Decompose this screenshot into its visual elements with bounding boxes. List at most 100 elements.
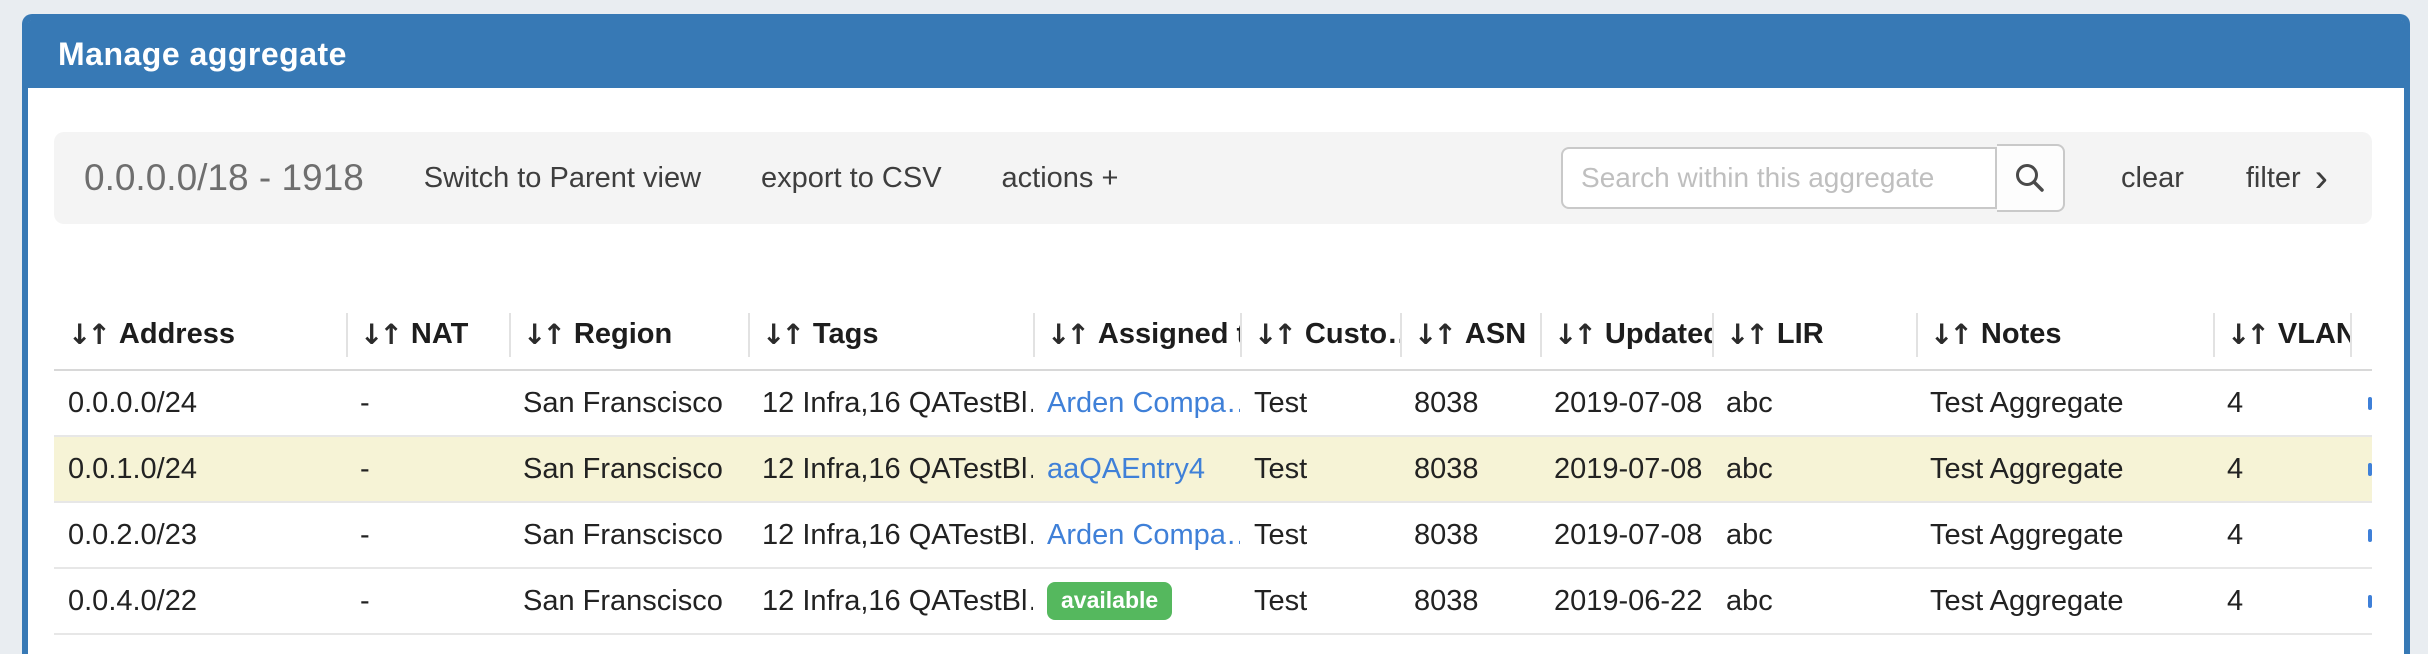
column-header-notes[interactable]: ↓↑Notes [1916,299,2213,369]
cell-assigned: Arden Compa… [1033,503,1240,567]
column-header-updated[interactable]: ↓↑ Updated [1540,299,1712,369]
cell-lir: abc [1712,371,1916,435]
aggregate-label: 0.0.0.0/18 - 1918 [84,157,364,199]
column-header-address[interactable]: ↓↑ Address [54,299,346,369]
panel-body: 0.0.0.0/18 - 1918 Switch to Parent view … [28,88,2404,654]
sort-icon: ↓↑ [68,318,107,351]
search-button[interactable] [1997,144,2065,212]
cell-region: San Franscisco [509,371,748,435]
search-input[interactable] [1561,147,1997,209]
column-header-custo[interactable]: ↓↑ Custo… [1240,299,1400,369]
cell-vlan: 4 [2213,503,2350,567]
sort-icon: ↓↑ [1047,318,1086,351]
column-label: Address [119,318,235,351]
panel-header: Manage aggregate [28,20,2404,88]
column-header-region[interactable]: ↓↑ Region [509,299,748,369]
cell-notes: Test Aggregate [1916,437,2213,501]
sort-icon: ↓↑ [1554,318,1593,351]
cell-nat: - [346,503,509,567]
status-badge: available [1047,582,1172,619]
page: Manage aggregate 0.0.0.0/18 - 1918 Switc… [0,0,2428,654]
cell-clipped [2350,503,2372,567]
cell-address: 0.0.1.0/24 [54,437,346,501]
aggregate-table: ↓↑ Address ↓↑NAT ↓↑ Region ↓↑ Tags ↓↑ Assigned t… [54,299,2372,654]
cell-nat: - [346,569,509,633]
cell-assigned: available [1033,569,1240,633]
cell-lir: abc [1712,569,1916,633]
switch-parent-view-link[interactable]: Switch to Parent view [424,162,701,195]
column-label: Notes [1981,318,2062,351]
table-row[interactable]: 0.0.2.0/23-San Franscisco12 Infra,16 QAT… [54,503,2372,569]
cell-lir: abc [1712,437,1916,501]
column-label: Assigned to [1098,318,1240,351]
cell-asn: 8038 [1400,503,1540,567]
cell-tags: 12 Infra,16 QATestBl… [748,503,1033,567]
cell-address: 0.0.0.0/24 [54,371,346,435]
cell-address: 0.0.2.0/23 [54,503,346,567]
assigned-to-link[interactable]: Arden Compa… [1047,387,1240,420]
clipped-link-sliver [2368,463,2372,476]
column-label: VLAN [2278,318,2350,351]
cell-lir: abc [1712,503,1916,567]
column-header-asn[interactable]: ↓↑ ASN [1400,299,1540,369]
cell-updated: 2019-06-22 [1540,569,1712,633]
filter-link[interactable]: filter › [2246,162,2328,195]
column-header-tags[interactable]: ↓↑ Tags [748,299,1033,369]
assigned-to-link[interactable]: Arden Compa… [1047,519,1240,552]
cell-customer: Test [1240,503,1400,567]
toolbar: 0.0.0.0/18 - 1918 Switch to Parent view … [54,132,2372,224]
cell-clipped [2350,569,2372,633]
actions-menu-link[interactable]: actions + [1002,162,1119,195]
cell-nat: - [346,371,509,435]
column-header-lir[interactable]: ↓↑ LIR [1712,299,1916,369]
sort-icon: ↓↑ [2227,318,2266,351]
chevron-right-icon: › [2315,164,2328,192]
assigned-to-link[interactable]: aaQAEntry4 [1047,453,1205,486]
cell-vlan: 4 [2213,371,2350,435]
cell-tags: 12 Infra,16 QATestBl… [748,371,1033,435]
cell-tags: 12 Infra,16 QATestBl… [748,437,1033,501]
sort-icon: ↓↑ [1414,318,1453,351]
cell-clipped [2350,437,2372,501]
table-row[interactable]: 0.0.1.0/24-San Franscisco12 Infra,16 QAT… [54,437,2372,503]
column-label: ASN [1465,318,1526,351]
search-icon [2013,161,2047,195]
filter-label: filter [2246,162,2301,195]
column-header-assigned-to[interactable]: ↓↑ Assigned to [1033,299,1240,369]
column-label: Region [574,318,672,351]
column-label: Custo… [1305,318,1400,351]
column-label: LIR [1777,318,1824,351]
cell-updated: 2019-07-08 [1540,371,1712,435]
table-body: 0.0.0.0/24-San Franscisco12 Infra,16 QAT… [54,371,2372,635]
cell-nat: - [346,437,509,501]
column-header-clipped [2350,299,2372,369]
cell-updated: 2019-07-08 [1540,437,1712,501]
column-label: Tags [813,318,879,351]
cell-notes: Test Aggregate [1916,503,2213,567]
cell-clipped [2350,371,2372,435]
clipped-link-sliver [2368,595,2372,608]
sort-icon: ↓↑ [1254,318,1293,351]
sort-icon: ↓↑ [762,318,801,351]
clipped-link-sliver [2368,397,2372,410]
column-header-nat[interactable]: ↓↑NAT [346,299,509,369]
column-label: Updated [1605,318,1712,351]
cell-region: San Franscisco [509,503,748,567]
export-csv-link[interactable]: export to CSV [761,162,942,195]
column-header-vlan[interactable]: ↓↑ VLAN [2213,299,2350,369]
manage-aggregate-panel: Manage aggregate 0.0.0.0/18 - 1918 Switc… [22,14,2410,654]
cell-tags: 12 Infra,16 QATestBl… [748,569,1033,633]
cell-asn: 8038 [1400,437,1540,501]
sort-icon: ↓↑ [523,318,562,351]
table-row[interactable]: 0.0.0.0/24-San Franscisco12 Infra,16 QAT… [54,371,2372,437]
cell-asn: 8038 [1400,371,1540,435]
cell-updated: 2019-07-08 [1540,503,1712,567]
cell-customer: Test [1240,437,1400,501]
table-row[interactable]: 0.0.4.0/22-San Franscisco12 Infra,16 QAT… [54,569,2372,635]
cell-assigned: Arden Compa… [1033,371,1240,435]
sort-icon: ↓↑ [1726,318,1765,351]
search-group [1561,144,2065,212]
clear-link[interactable]: clear [2121,162,2184,195]
table-header-row: ↓↑ Address ↓↑NAT ↓↑ Region ↓↑ Tags ↓↑ Assigned t… [54,299,2372,371]
cell-asn: 8038 [1400,569,1540,633]
